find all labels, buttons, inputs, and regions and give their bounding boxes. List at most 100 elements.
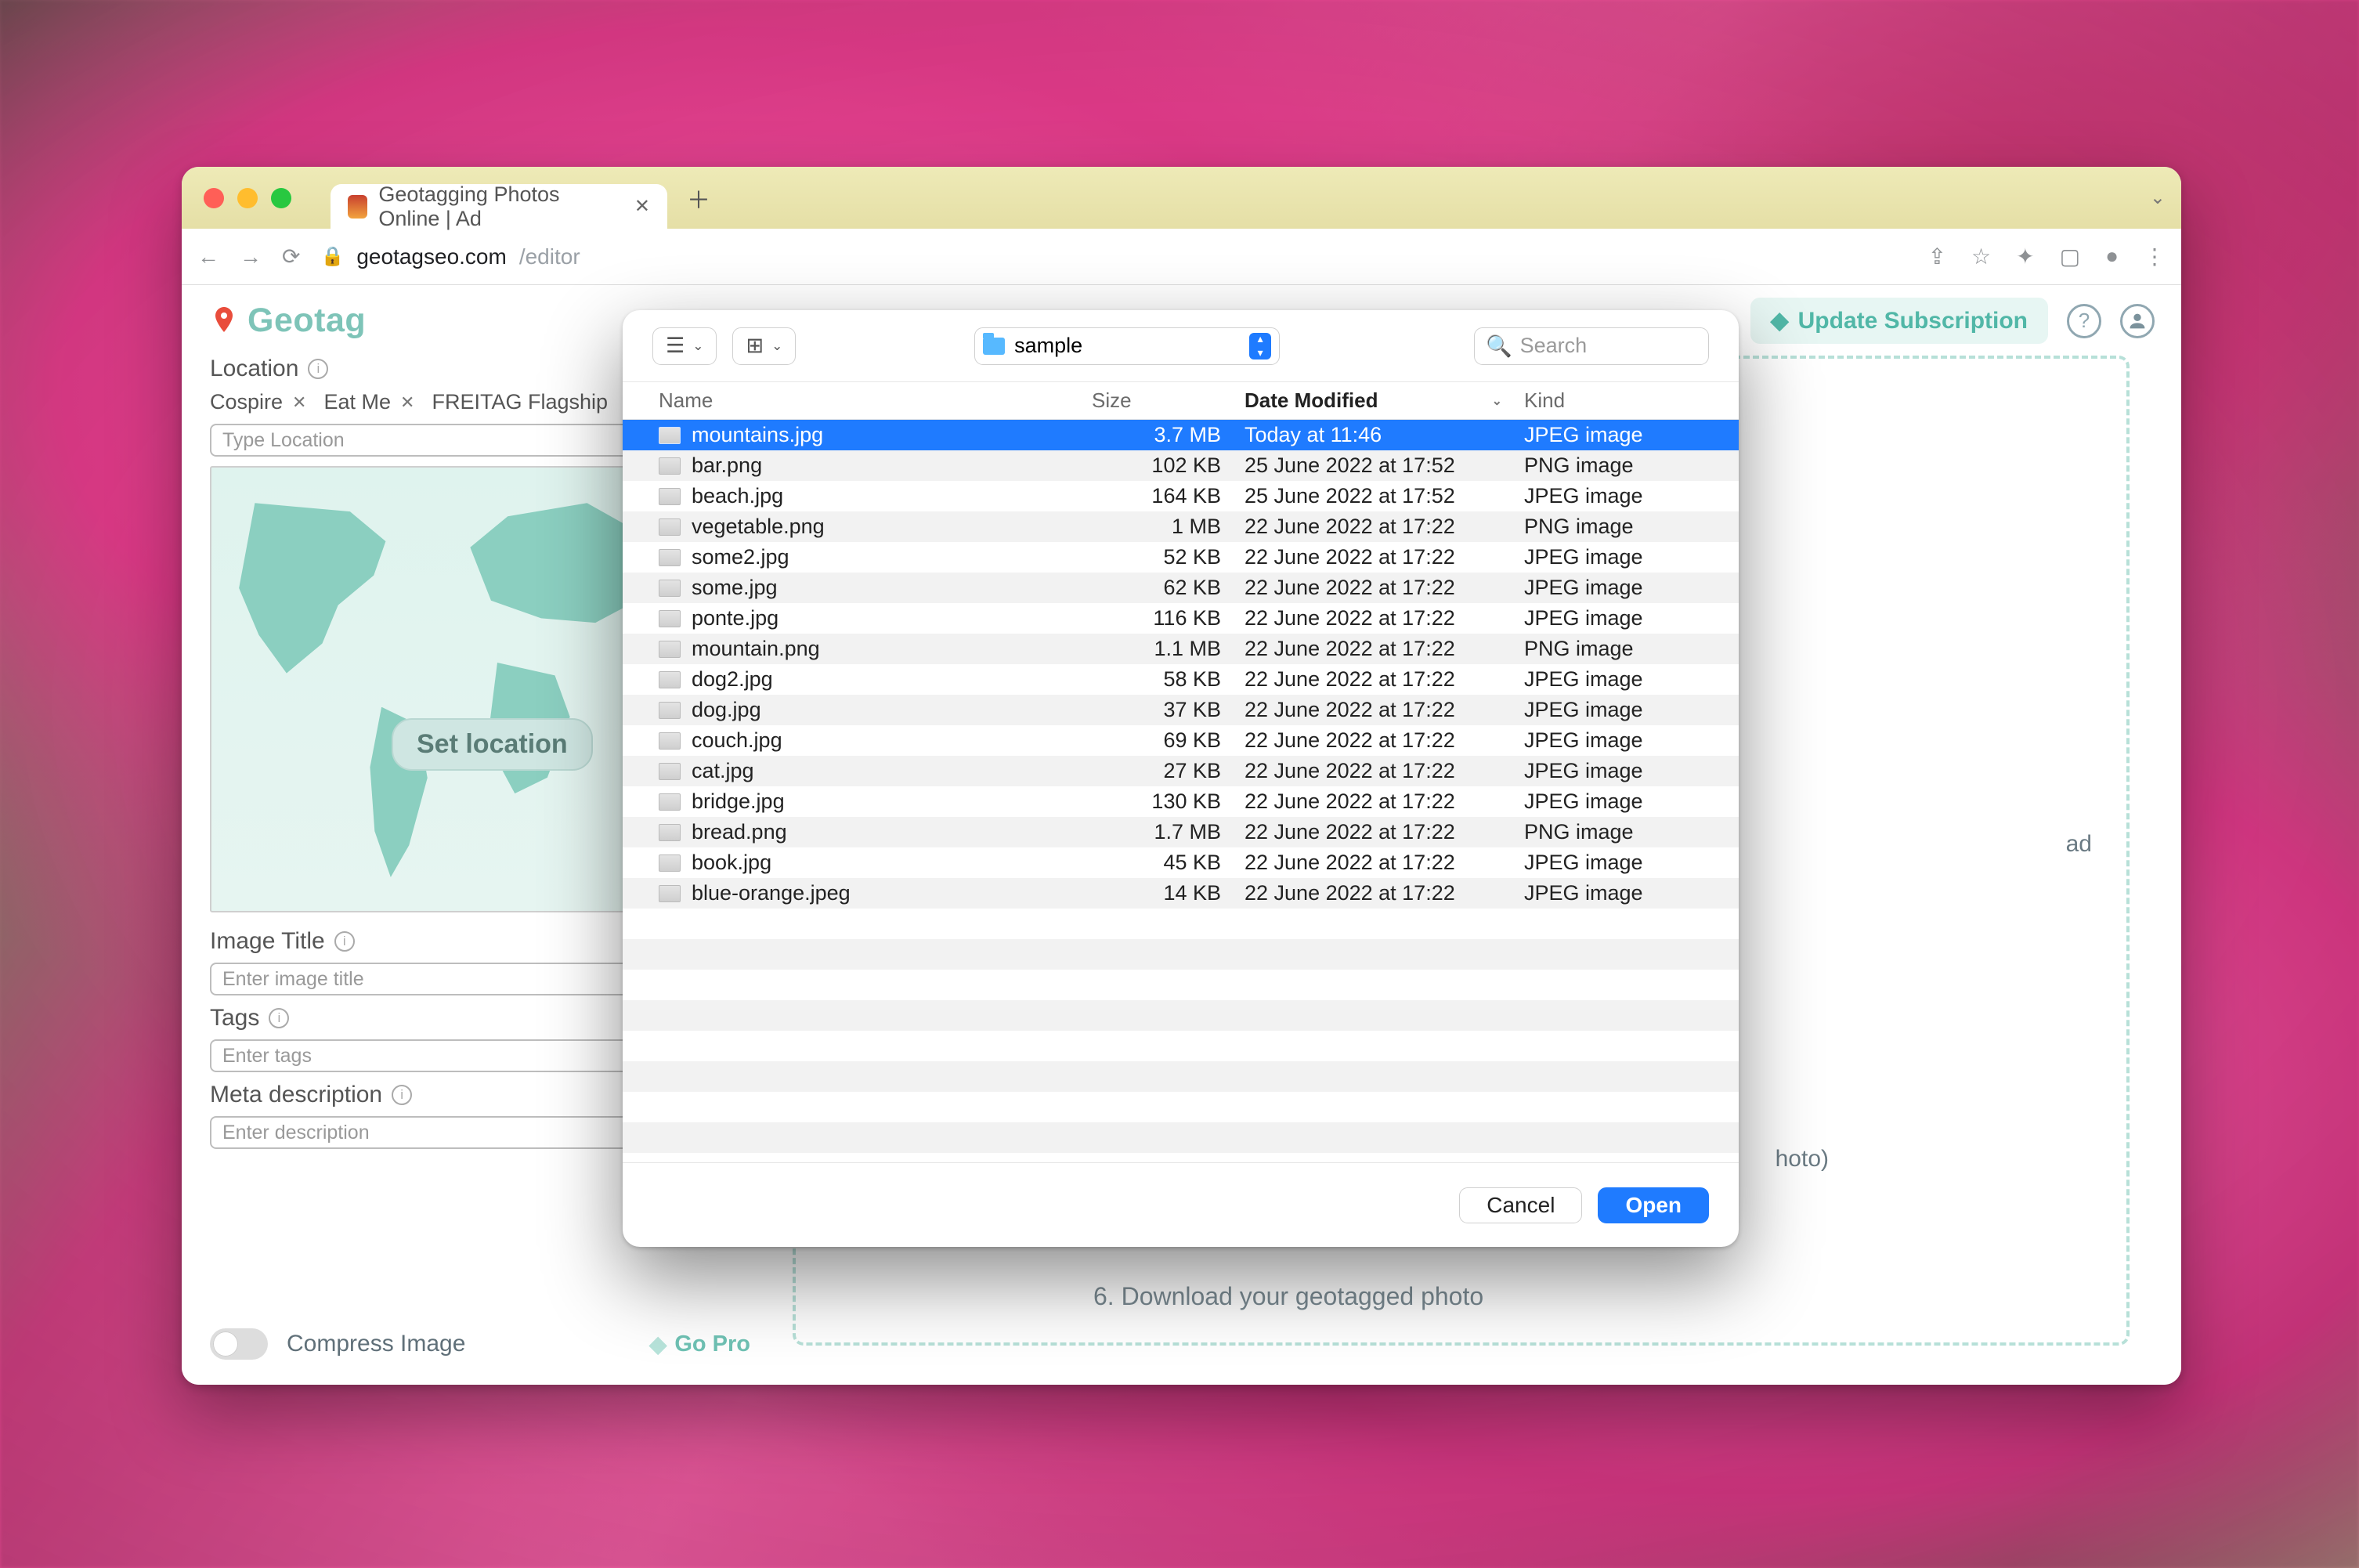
list-icon: ☰ — [666, 334, 685, 358]
file-row[interactable]: ponte.jpg116 KB22 June 2022 at 17:22JPEG… — [623, 603, 1739, 634]
browser-tab[interactable]: Geotagging Photos Online | Ad ✕ — [331, 184, 667, 229]
kebab-menu-icon[interactable]: ⋮ — [2144, 244, 2166, 269]
titlebar: Geotagging Photos Online | Ad ✕ ＋ ⌄ — [182, 167, 2181, 229]
nav-back-icon[interactable]: ← — [197, 244, 219, 269]
window-controls — [204, 188, 291, 208]
file-kind: JPEG image — [1524, 606, 1709, 630]
header-name[interactable]: Name — [659, 388, 1092, 413]
file-row[interactable]: blue-orange.jpeg14 KB22 June 2022 at 17:… — [623, 878, 1739, 909]
extensions-icon[interactable]: ✦ — [2016, 244, 2034, 269]
cancel-button[interactable]: Cancel — [1459, 1187, 1582, 1223]
file-row[interactable]: mountain.png1.1 MB22 June 2022 at 17:22P… — [623, 634, 1739, 664]
file-kind: JPEG image — [1524, 484, 1709, 508]
tab-title: Geotagging Photos Online | Ad — [378, 182, 623, 231]
file-row[interactable]: mountains.jpg3.7 MBToday at 11:46JPEG im… — [623, 420, 1739, 450]
file-thumbnail-icon — [659, 549, 681, 566]
open-button[interactable]: Open — [1598, 1187, 1709, 1223]
file-date: 22 June 2022 at 17:22 — [1245, 606, 1524, 630]
file-thumbnail-icon — [659, 854, 681, 872]
file-name: some2.jpg — [692, 545, 789, 569]
url-field[interactable]: 🔒 geotagseo.com/editor — [320, 244, 1907, 269]
file-row[interactable]: bread.png1.7 MB22 June 2022 at 17:22PNG … — [623, 817, 1739, 847]
file-kind: JPEG image — [1524, 698, 1709, 722]
file-name: bar.png — [692, 453, 762, 478]
file-date: 22 June 2022 at 17:22 — [1245, 851, 1524, 875]
maximize-window-icon[interactable] — [271, 188, 291, 208]
sidepanel-icon[interactable]: ▢ — [2060, 244, 2080, 269]
tabs-overflow-icon[interactable]: ⌄ — [2150, 186, 2166, 209]
new-tab-button[interactable]: ＋ — [683, 182, 714, 214]
file-date: 22 June 2022 at 17:22 — [1245, 759, 1524, 783]
file-name: dog2.jpg — [692, 667, 773, 692]
folder-selector[interactable]: sample ▴▾ — [974, 327, 1280, 365]
file-size: 164 KB — [1092, 484, 1245, 508]
reload-icon[interactable]: ⟳ — [282, 244, 300, 269]
file-date: 22 June 2022 at 17:22 — [1245, 789, 1524, 814]
file-kind: JPEG image — [1524, 881, 1709, 905]
header-size[interactable]: Size — [1092, 388, 1245, 413]
file-name: mountain.png — [692, 637, 820, 661]
url-host: geotagseo.com — [356, 244, 506, 269]
minimize-window-icon[interactable] — [237, 188, 258, 208]
file-size: 116 KB — [1092, 606, 1245, 630]
lock-icon: 🔒 — [320, 245, 344, 268]
file-row[interactable]: couch.jpg69 KB22 June 2022 at 17:22JPEG … — [623, 725, 1739, 756]
grid-view-button[interactable]: ⊞⌄ — [732, 327, 796, 365]
file-row[interactable]: vegetable.png1 MB22 June 2022 at 17:22PN… — [623, 511, 1739, 542]
folder-icon — [983, 338, 1005, 355]
empty-row — [623, 1000, 1739, 1031]
file-size: 27 KB — [1092, 759, 1245, 783]
file-kind: JPEG image — [1524, 851, 1709, 875]
bookmark-icon[interactable]: ☆ — [1971, 244, 1991, 269]
empty-row — [623, 1061, 1739, 1092]
file-row[interactable]: some2.jpg52 KB22 June 2022 at 17:22JPEG … — [623, 542, 1739, 573]
nav-forward-icon[interactable]: → — [240, 244, 262, 269]
file-date: 22 June 2022 at 17:22 — [1245, 667, 1524, 692]
empty-row — [623, 909, 1739, 939]
sort-chevron-down-icon: ⌄ — [1492, 393, 1502, 409]
folder-name: sample — [1014, 334, 1082, 358]
file-row[interactable]: book.jpg 45 KB22 June 2022 at 17:22JPEG i… — [623, 847, 1739, 878]
list-view-button[interactable]: ☰⌄ — [652, 327, 717, 365]
file-thumbnail-icon — [659, 793, 681, 811]
file-date: 22 June 2022 at 17:22 — [1245, 637, 1524, 661]
file-thumbnail-icon — [659, 518, 681, 536]
header-kind[interactable]: Kind — [1524, 388, 1709, 413]
file-row[interactable]: dog.jpg37 KB22 June 2022 at 17:22JPEG im… — [623, 695, 1739, 725]
file-thumbnail-icon — [659, 610, 681, 627]
file-size: 3.7 MB — [1092, 423, 1245, 447]
empty-row — [623, 1122, 1739, 1153]
file-row[interactable]: bridge.jpg130 KB22 June 2022 at 17:22JPE… — [623, 786, 1739, 817]
file-size: 69 KB — [1092, 728, 1245, 753]
file-row[interactable]: beach.jpg164 KB25 June 2022 at 17:52JPEG… — [623, 481, 1739, 511]
file-date: 22 June 2022 at 17:22 — [1245, 545, 1524, 569]
file-row[interactable]: cat.jpg27 KB22 June 2022 at 17:22JPEG im… — [623, 756, 1739, 786]
close-window-icon[interactable] — [204, 188, 224, 208]
file-row[interactable]: some.jpg62 KB22 June 2022 at 17:22JPEG i… — [623, 573, 1739, 603]
search-input[interactable]: 🔍 Search — [1474, 327, 1709, 365]
file-date: 25 June 2022 at 17:52 — [1245, 453, 1524, 478]
empty-row — [623, 939, 1739, 970]
file-date: 22 June 2022 at 17:22 — [1245, 881, 1524, 905]
dialog-footer: Cancel Open — [623, 1162, 1739, 1247]
file-kind: JPEG image — [1524, 576, 1709, 600]
empty-row — [623, 1031, 1739, 1061]
share-icon[interactable]: ⇪ — [1928, 244, 1946, 269]
tab-close-icon[interactable]: ✕ — [634, 195, 650, 218]
file-date: Today at 11:46 — [1245, 423, 1524, 447]
file-thumbnail-icon — [659, 580, 681, 597]
header-date-modified[interactable]: Date Modified⌄ — [1245, 388, 1524, 413]
file-kind: JPEG image — [1524, 545, 1709, 569]
file-kind: PNG image — [1524, 515, 1709, 539]
profile-icon[interactable]: ● — [2105, 244, 2119, 269]
folder-stepper-icon[interactable]: ▴▾ — [1249, 333, 1271, 359]
file-kind: JPEG image — [1524, 728, 1709, 753]
file-row[interactable]: dog2.jpg58 KB22 June 2022 at 17:22JPEG i… — [623, 664, 1739, 695]
file-row[interactable]: bar.png102 KB25 June 2022 at 17:52PNG im… — [623, 450, 1739, 481]
file-name: book.jpg — [692, 851, 771, 875]
file-size: 1 MB — [1092, 515, 1245, 539]
file-kind: PNG image — [1524, 637, 1709, 661]
file-thumbnail-icon — [659, 824, 681, 841]
file-kind: JPEG image — [1524, 667, 1709, 692]
file-size: 45 KB — [1092, 851, 1245, 875]
